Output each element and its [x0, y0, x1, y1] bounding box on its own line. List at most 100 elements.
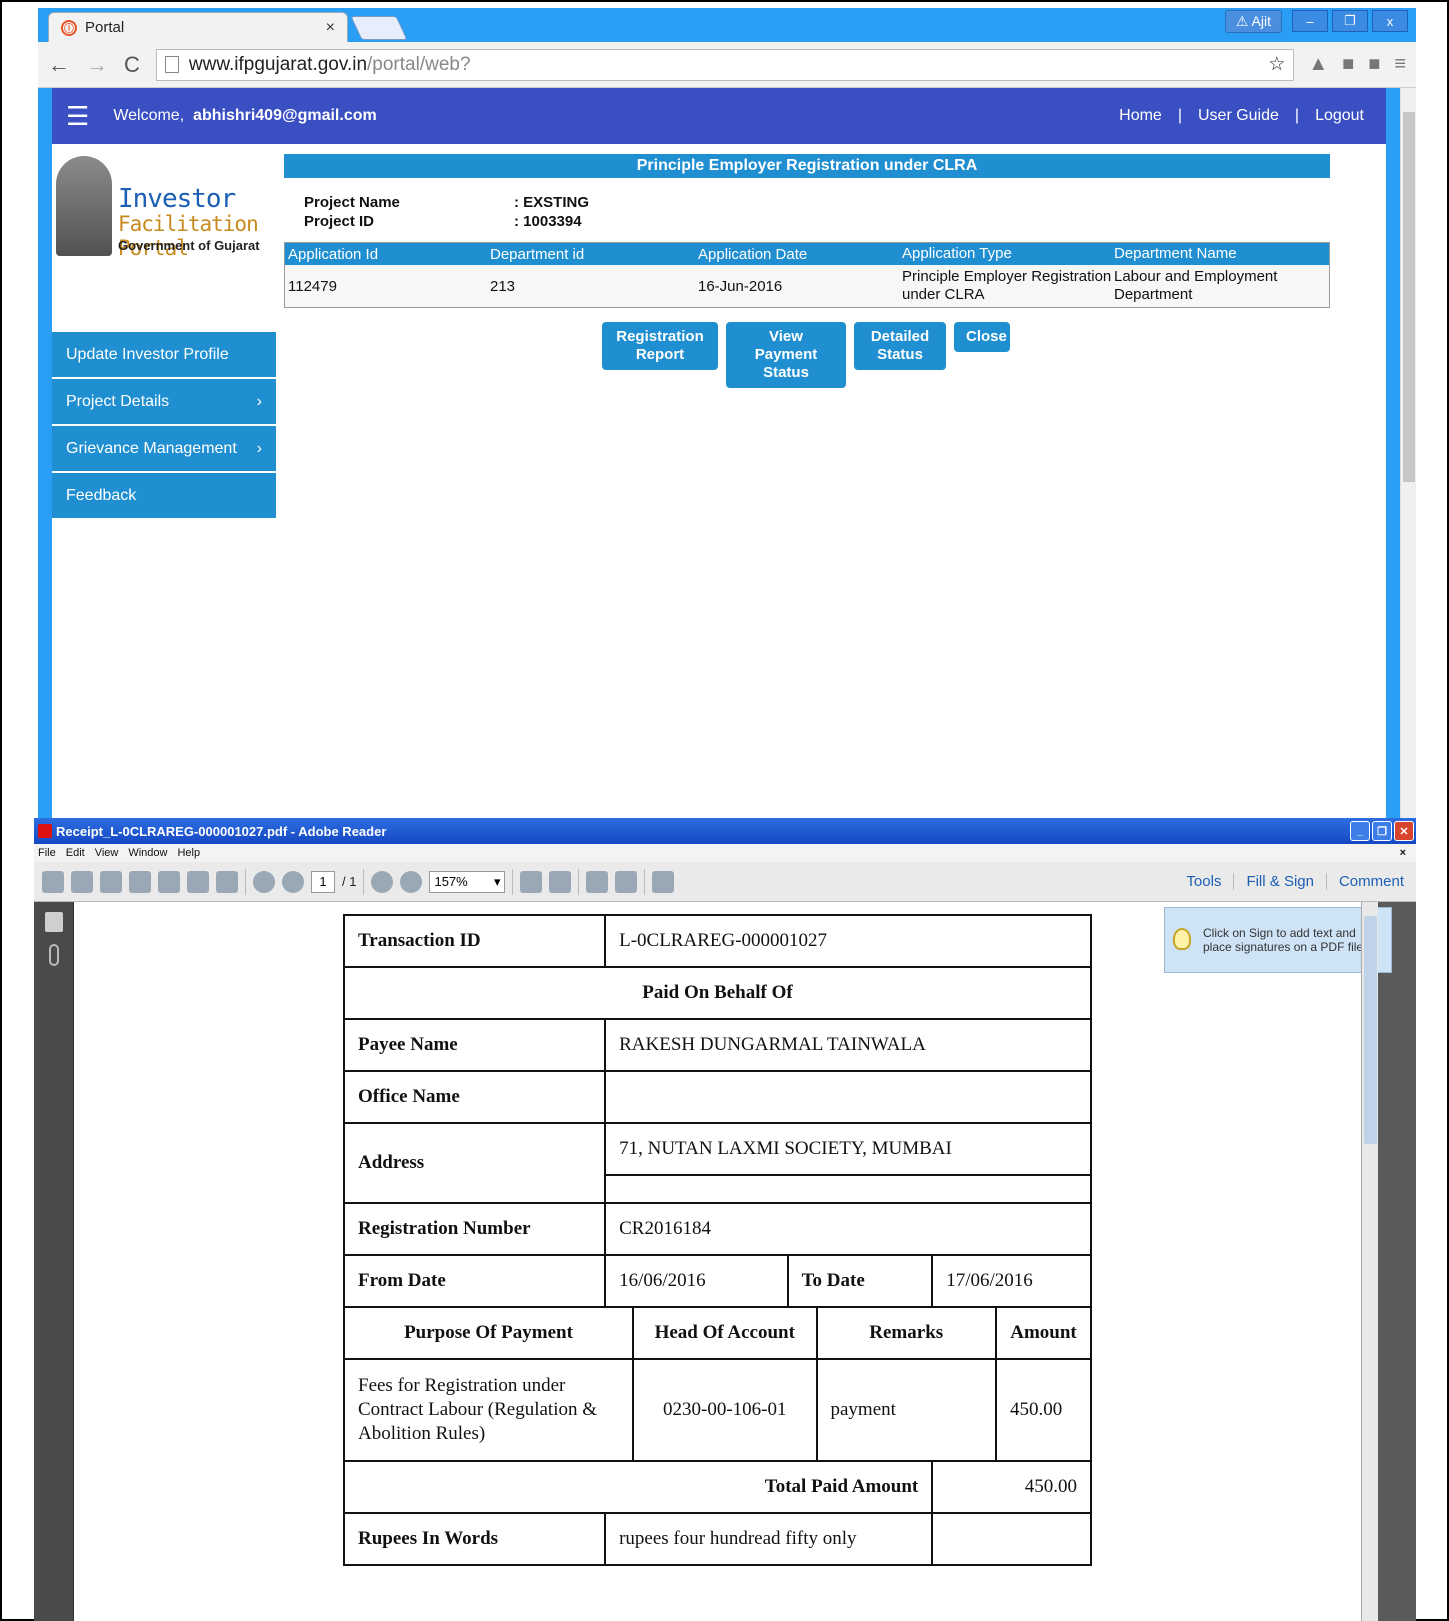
previous-page-icon[interactable] [253, 870, 275, 893]
chevron-right-icon: › [256, 439, 262, 457]
menu-file[interactable]: File [38, 847, 56, 859]
to-date-value: 17/06/2016 [931, 1254, 1092, 1308]
logo-line3: Government of Gujarat [118, 238, 260, 253]
window-controls: ⚠ Ajit – ❐ x [1224, 10, 1408, 33]
tab-close-button[interactable]: × [326, 19, 335, 37]
column-header: Purpose Of Payment [342, 1306, 635, 1360]
column-header: Application Id [288, 245, 379, 263]
tab-title: Portal [85, 19, 125, 36]
page-scrollbar[interactable] [1400, 88, 1416, 823]
reader-panel-links: Tools Fill & Sign Comment [1174, 873, 1416, 890]
view-payment-status-button[interactable]: View Payment Status [726, 322, 846, 388]
reader-toolbar: 1 / 1 157% ▾ Tools Fill & Sign Comment [34, 862, 1416, 902]
menu-view[interactable]: View [95, 847, 119, 859]
welcome-text: Welcome, abhishri409@gmail.com [113, 107, 376, 125]
zoom-select[interactable]: 157% ▾ [429, 870, 506, 893]
table-row: Office Name [342, 1070, 1092, 1124]
bookmark-star-icon[interactable]: ☆ [1268, 53, 1285, 76]
project-name-label: Project Name [304, 194, 400, 211]
fit-width-icon[interactable] [549, 870, 572, 893]
menu-update-profile[interactable]: Update Investor Profile [52, 332, 276, 379]
browser-tab[interactable]: ⓘ Portal × [48, 12, 348, 42]
favicon-icon: ⓘ [61, 19, 77, 36]
project-name-value: : EXSTING [514, 194, 590, 211]
extension-i-icon[interactable]: ■ [1368, 53, 1380, 76]
column-header: Remarks [815, 1306, 997, 1360]
edit-icon[interactable] [100, 870, 122, 893]
fullscreen-icon[interactable] [652, 870, 675, 893]
office-name-value [604, 1070, 1092, 1124]
amount-cell: 450.00 [994, 1358, 1093, 1462]
zoom-out-icon[interactable] [371, 870, 394, 893]
comment-link[interactable]: Comment [1325, 873, 1416, 890]
menu-edit[interactable]: Edit [66, 847, 85, 859]
forward-icon[interactable]: → [86, 52, 108, 78]
zoom-in-icon[interactable] [400, 870, 423, 893]
attachment-icon[interactable] [48, 944, 59, 966]
menu-window[interactable]: Window [128, 847, 167, 859]
portal-logo[interactable]: Investor Facilitation Portal Government … [52, 156, 282, 266]
back-icon[interactable]: ← [48, 52, 70, 78]
table-cell: 112479 [288, 277, 337, 295]
url-input[interactable]: www.ifpgujarat.gov.in/portal/web? ☆ [155, 48, 1295, 81]
extension-a-icon[interactable]: ■ [1342, 53, 1354, 76]
minimize-icon[interactable]: – [1292, 10, 1328, 32]
new-tab-button[interactable] [350, 16, 408, 40]
next-page-icon[interactable] [282, 870, 304, 893]
page-number-input[interactable]: 1 [311, 870, 335, 893]
document-close-icon[interactable]: × [1400, 847, 1406, 859]
screenshot-frame: ⓘ Portal × ⚠ Ajit – ❐ x ← → C www.ifpguj… [0, 0, 1449, 1621]
print-icon[interactable] [187, 870, 209, 893]
extension-icons: ▲ ■ ■ ≡ [1308, 53, 1406, 76]
save-icon[interactable] [158, 870, 180, 893]
registration-report-button[interactable]: Registration Report [602, 322, 718, 370]
open-icon[interactable] [71, 870, 93, 893]
restore-icon[interactable]: ❐ [1332, 10, 1368, 32]
restore-icon[interactable]: ❐ [1372, 821, 1392, 841]
table-cell: Labour and Employment Department [1114, 268, 1278, 303]
menu-grievance[interactable]: Grievance Management › [52, 426, 276, 473]
cloud-icon[interactable] [129, 870, 151, 893]
menu-project-details[interactable]: Project Details › [52, 379, 276, 426]
detailed-status-button[interactable]: Detailed Status [854, 322, 946, 370]
close-button[interactable]: Close [954, 322, 1010, 352]
tools-link[interactable]: Tools [1174, 873, 1233, 890]
user-guide-link[interactable]: User Guide [1198, 107, 1279, 124]
table-row[interactable]: 112479 213 16-Jun-2016 Principle Employe… [285, 265, 1329, 307]
hamburger-icon[interactable]: ☰ [66, 101, 89, 132]
menu-feedback[interactable]: Feedback [52, 473, 276, 520]
minimize-icon[interactable]: _ [1350, 821, 1370, 841]
create-icon[interactable] [42, 870, 64, 893]
menu-icon[interactable]: ≡ [1394, 53, 1406, 76]
email-icon[interactable] [216, 870, 238, 893]
document-scrollbar[interactable] [1361, 902, 1378, 1621]
close-window-icon[interactable]: ✕ [1394, 821, 1414, 841]
logout-link[interactable]: Logout [1315, 107, 1364, 124]
menu-label: Project Details [66, 392, 170, 410]
table-row: Rupees In Words rupees four hundread fif… [342, 1512, 1092, 1566]
paid-on-behalf-heading: Paid On Behalf Of [343, 966, 1092, 1020]
menu-help[interactable]: Help [177, 847, 200, 859]
scrollbar-thumb[interactable] [1403, 112, 1415, 482]
top-links: Home | User Guide | Logout [1111, 107, 1372, 125]
fill-sign-link[interactable]: Fill & Sign [1233, 873, 1326, 890]
project-id-value: : 1003394 [514, 213, 582, 230]
rupees-in-words-label: Rupees In Words [342, 1512, 607, 1566]
reload-icon[interactable]: C [124, 52, 140, 78]
registration-number-label: Registration Number [342, 1202, 607, 1256]
scrollbar-thumb[interactable] [1364, 916, 1377, 1144]
pages-icon[interactable] [44, 912, 63, 932]
profile-button[interactable]: ⚠ Ajit [1224, 10, 1282, 33]
page-viewport: ☰ Welcome, abhishri409@gmail.com Home | Us… [38, 88, 1400, 823]
chevron-down-icon: ▾ [493, 873, 501, 889]
lightbulb-icon [1173, 928, 1191, 950]
toolbar-separator [363, 868, 365, 895]
home-link[interactable]: Home [1119, 107, 1162, 124]
action-buttons: Registration Report View Payment Status … [602, 322, 1330, 388]
highlight-icon[interactable] [615, 870, 638, 893]
side-menu: Update Investor Profile Project Details ›… [52, 332, 276, 520]
drive-icon[interactable]: ▲ [1308, 53, 1328, 76]
fit-page-icon[interactable] [520, 870, 543, 893]
comment-icon[interactable] [586, 870, 609, 893]
close-window-icon[interactable]: x [1372, 10, 1408, 32]
